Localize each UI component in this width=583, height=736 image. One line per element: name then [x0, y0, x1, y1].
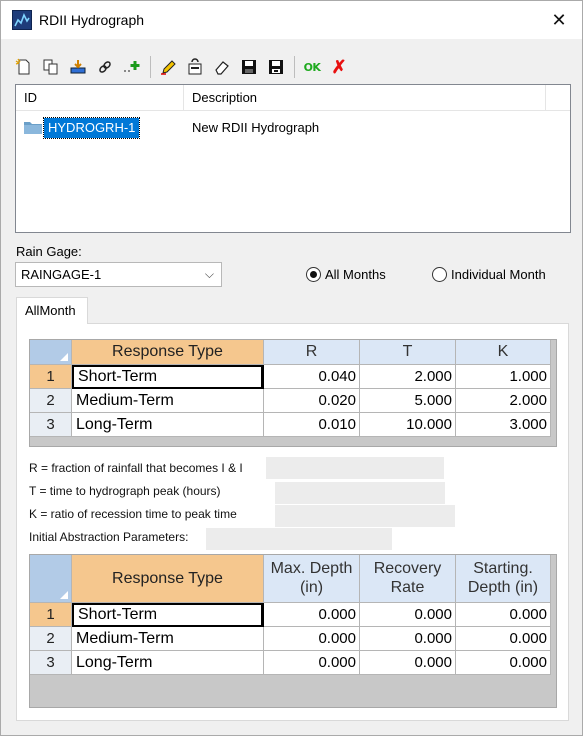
- eraser-icon[interactable]: [211, 56, 233, 78]
- paste-icon[interactable]: [184, 56, 206, 78]
- select-all-corner[interactable]: [30, 555, 72, 603]
- toolbar-separator: [150, 56, 151, 78]
- individual-month-radio[interactable]: Individual Month: [432, 265, 546, 283]
- radio-unchecked-icon: [432, 266, 447, 282]
- row-header[interactable]: 1: [30, 603, 72, 627]
- response-table: Response Type R T K 1 Short-Term 0.040 2…: [29, 339, 557, 447]
- response-type-cell[interactable]: Medium-Term: [72, 627, 264, 651]
- list-item-id: HYDROGRH-1: [42, 117, 141, 139]
- response-type-cell[interactable]: Long-Term: [72, 413, 264, 437]
- folder-icon: [24, 120, 42, 134]
- recovery-rate-cell[interactable]: 0.000: [360, 651, 456, 675]
- toolbar: OK ✗: [13, 53, 355, 81]
- column-header-response-type[interactable]: Response Type: [72, 555, 264, 603]
- column-header-starting-depth[interactable]: Starting. Depth (in): [456, 555, 551, 603]
- note-filler: [266, 457, 444, 479]
- max-depth-cell[interactable]: 0.000: [264, 627, 360, 651]
- k-cell[interactable]: 1.000: [456, 365, 551, 389]
- edit-icon[interactable]: [157, 56, 179, 78]
- all-months-label: All Months: [325, 266, 386, 282]
- rdii-hydrograph-window: RDII Hydrograph ✕ OK ✗ ID Description HY…: [0, 0, 583, 736]
- note-filler: [275, 482, 445, 504]
- r-cell[interactable]: 0.020: [264, 389, 360, 413]
- response-type-cell[interactable]: Long-Term: [72, 651, 264, 675]
- app-hydrograph-icon: [12, 10, 32, 30]
- list-item-description: New RDII Hydrograph: [192, 120, 320, 135]
- t-cell[interactable]: 5.000: [360, 389, 456, 413]
- column-header-max-depth[interactable]: Max. Depth (in): [264, 555, 360, 603]
- save-as-icon[interactable]: [265, 56, 287, 78]
- recovery-rate-cell[interactable]: 0.000: [360, 603, 456, 627]
- note-r: R = fraction of rainfall that becomes I …: [29, 461, 243, 475]
- select-all-corner[interactable]: [30, 340, 72, 365]
- hydrograph-list: ID Description HYDROGRH-1 New RDII Hydro…: [15, 84, 571, 233]
- note-filler: [206, 528, 392, 550]
- save-icon[interactable]: [238, 56, 260, 78]
- starting-depth-cell[interactable]: 0.000: [456, 627, 551, 651]
- all-months-radio[interactable]: All Months: [306, 265, 386, 283]
- column-header-response-type[interactable]: Response Type: [72, 340, 264, 365]
- toolbar-separator: [294, 56, 295, 78]
- t-cell[interactable]: 2.000: [360, 365, 456, 389]
- row-header[interactable]: 2: [30, 389, 72, 413]
- k-cell[interactable]: 2.000: [456, 389, 551, 413]
- title-bar: RDII Hydrograph ✕: [1, 1, 582, 39]
- new-icon[interactable]: [13, 56, 35, 78]
- starting-depth-cell[interactable]: 0.000: [456, 603, 551, 627]
- rain-gage-label: Rain Gage:: [16, 244, 82, 259]
- cancel-button[interactable]: ✗: [328, 56, 350, 78]
- column-header-recovery-rate[interactable]: Recovery Rate: [360, 555, 456, 603]
- k-cell[interactable]: 3.000: [456, 413, 551, 437]
- column-header-description[interactable]: Description: [184, 85, 546, 111]
- rain-gage-select[interactable]: RAINGAGE-1 ⌵: [15, 262, 222, 287]
- link-icon[interactable]: [94, 56, 116, 78]
- add-icon[interactable]: [121, 56, 143, 78]
- max-depth-cell[interactable]: 0.000: [264, 651, 360, 675]
- initial-abstraction-heading: Initial Abstraction Parameters:: [29, 530, 189, 544]
- radio-checked-icon: [306, 266, 321, 282]
- window-title: RDII Hydrograph: [39, 12, 145, 28]
- rain-gage-value: RAINGAGE-1: [21, 267, 102, 282]
- ok-button[interactable]: OK: [301, 56, 323, 78]
- list-header: ID Description: [16, 85, 570, 111]
- note-t: T = time to hydrograph peak (hours): [29, 484, 221, 498]
- column-header-k[interactable]: K: [456, 340, 551, 365]
- import-icon[interactable]: [67, 56, 89, 78]
- chevron-down-icon: ⌵: [204, 267, 214, 281]
- column-header-r[interactable]: R: [264, 340, 360, 365]
- starting-depth-cell[interactable]: 0.000: [456, 651, 551, 675]
- individual-month-label: Individual Month: [451, 266, 546, 282]
- tab-allmonth[interactable]: AllMonth: [16, 297, 88, 324]
- t-cell[interactable]: 10.000: [360, 413, 456, 437]
- row-header[interactable]: 3: [30, 651, 72, 675]
- max-depth-cell[interactable]: 0.000: [264, 603, 360, 627]
- close-button[interactable]: ✕: [536, 1, 582, 39]
- note-k: K = ratio of recession time to peak time: [29, 507, 237, 521]
- row-header[interactable]: 2: [30, 627, 72, 651]
- column-header-id[interactable]: ID: [16, 85, 184, 111]
- response-type-cell[interactable]: Medium-Term: [72, 389, 264, 413]
- recovery-rate-cell[interactable]: 0.000: [360, 627, 456, 651]
- row-header[interactable]: 1: [30, 365, 72, 389]
- note-filler: [275, 505, 455, 527]
- response-type-cell[interactable]: Short-Term: [72, 365, 264, 389]
- copy-icon[interactable]: [40, 56, 62, 78]
- response-type-cell[interactable]: Short-Term: [72, 603, 264, 627]
- column-header-t[interactable]: T: [360, 340, 456, 365]
- row-header[interactable]: 3: [30, 413, 72, 437]
- r-cell[interactable]: 0.010: [264, 413, 360, 437]
- abstraction-table: Response Type Max. Depth (in) Recovery R…: [29, 554, 557, 708]
- r-cell[interactable]: 0.040: [264, 365, 360, 389]
